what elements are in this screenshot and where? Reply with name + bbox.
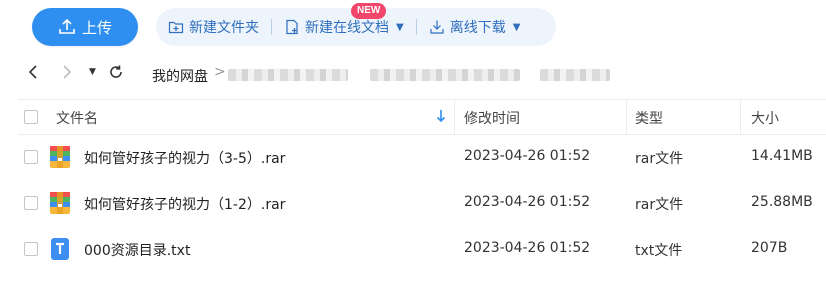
- table-row[interactable]: 000资源目录.txt 2023-04-26 01:52 txt文件 207B: [18, 226, 826, 272]
- history-dropdown-icon[interactable]: ▼: [89, 67, 96, 77]
- row-checkbox[interactable]: [24, 150, 38, 164]
- new-folder-icon: [168, 21, 184, 34]
- rar-archive-icon: [50, 146, 70, 168]
- file-modified: 2023-04-26 01:52: [464, 194, 591, 210]
- offline-download-button[interactable]: 离线下载 ▼: [417, 8, 533, 46]
- file-type: txt文件: [635, 243, 683, 259]
- download-icon: [430, 20, 444, 34]
- redacted-breadcrumb: [540, 69, 610, 81]
- select-all-checkbox[interactable]: [24, 110, 38, 124]
- new-online-doc-label: 新建在线文档: [305, 20, 389, 36]
- chevron-down-icon: ▼: [512, 21, 521, 33]
- breadcrumb-root[interactable]: 我的网盘: [152, 66, 208, 86]
- upload-icon: [59, 18, 75, 34]
- file-modified: 2023-04-26 01:52: [464, 148, 591, 164]
- redacted-breadcrumb: [370, 69, 520, 81]
- file-size: 14.41MB: [751, 148, 813, 164]
- file-type: rar文件: [635, 151, 684, 167]
- column-divider[interactable]: [454, 100, 455, 134]
- table-row[interactable]: 如何管好孩子的视力（1-2）.rar 2023-04-26 01:52 rar文…: [18, 180, 826, 226]
- table-row[interactable]: 如何管好孩子的视力（3-5）.rar 2023-04-26 01:52 rar文…: [18, 134, 826, 180]
- file-modified: 2023-04-26 01:52: [464, 240, 591, 256]
- back-arrow-icon[interactable]: [26, 64, 40, 84]
- row-checkbox[interactable]: [24, 242, 38, 256]
- header-name[interactable]: 文件名: [56, 108, 98, 128]
- refresh-icon[interactable]: [108, 64, 124, 84]
- file-name[interactable]: 如何管好孩子的视力（1-2）.rar: [84, 194, 285, 214]
- column-divider[interactable]: [626, 100, 627, 134]
- redacted-breadcrumb: [228, 69, 348, 81]
- column-divider[interactable]: [740, 100, 741, 134]
- sort-arrow-down-icon[interactable]: [436, 108, 446, 128]
- upload-label: 上传: [81, 18, 112, 37]
- upload-button[interactable]: 上传: [32, 8, 138, 46]
- table-header: 文件名 修改时间 类型 大小: [18, 99, 826, 135]
- new-badge: NEW: [351, 3, 387, 19]
- file-name[interactable]: 如何管好孩子的视力（3-5）.rar: [84, 148, 285, 168]
- header-modified[interactable]: 修改时间: [464, 108, 520, 128]
- forward-arrow-icon[interactable]: [60, 64, 74, 84]
- file-size: 207B: [751, 240, 788, 256]
- row-checkbox[interactable]: [24, 196, 38, 210]
- rar-archive-icon: [50, 192, 70, 214]
- file-size: 25.88MB: [751, 194, 813, 210]
- new-folder-button[interactable]: 新建文件夹: [156, 8, 271, 46]
- header-size[interactable]: 大小: [751, 108, 779, 128]
- header-type[interactable]: 类型: [635, 108, 663, 128]
- breadcrumb-separator: >: [214, 64, 226, 80]
- chevron-down-icon: ▼: [396, 21, 404, 33]
- new-online-doc-button[interactable]: 新建在线文档 ▼: [272, 8, 416, 46]
- offline-download-label: 离线下载: [449, 20, 506, 36]
- new-folder-label: 新建文件夹: [189, 20, 259, 36]
- text-file-icon: [51, 238, 69, 260]
- file-type: rar文件: [635, 197, 684, 213]
- file-name[interactable]: 000资源目录.txt: [84, 240, 190, 260]
- new-doc-icon: [286, 19, 298, 35]
